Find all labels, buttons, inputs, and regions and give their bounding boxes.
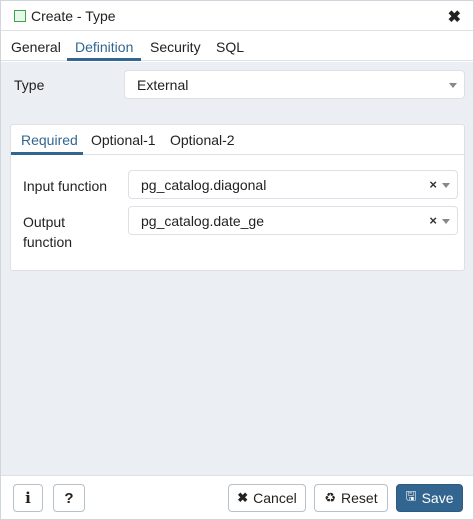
info-icon: i (25, 489, 31, 507)
main-tabs: General Definition Security SQL (1, 31, 473, 61)
tab-sql[interactable]: SQL (216, 39, 244, 55)
chevron-down-icon (449, 83, 457, 88)
title-bar: Create - Type ✖ (1, 1, 473, 31)
input-function-value: pg_catalog.diagonal (141, 177, 267, 193)
info-button[interactable]: i (13, 484, 43, 512)
tab-security[interactable]: Security (150, 39, 201, 55)
output-function-value: pg_catalog.date_ge (141, 213, 264, 229)
output-function-label-line1: Output (23, 214, 66, 230)
help-button[interactable]: ? (53, 484, 85, 512)
subtab-required[interactable]: Required (21, 132, 78, 148)
close-icon: ✖ (237, 490, 249, 505)
active-subtab-indicator (11, 152, 83, 155)
close-icon[interactable]: ✖ (448, 7, 461, 27)
recycle-icon: ♻ (324, 490, 337, 505)
type-label: Type (14, 77, 45, 93)
dialog-footer: i ? ✖ Cancel ♻ Reset 🖫 Save (1, 475, 473, 519)
reset-label: Reset (341, 490, 378, 506)
clear-icon[interactable]: × (429, 213, 437, 228)
dialog-title: Create - Type (31, 8, 116, 24)
definition-panel: Type External Required Optional-1 Option… (1, 62, 473, 475)
tab-general[interactable]: General (11, 39, 61, 55)
reset-button[interactable]: ♻ Reset (314, 484, 388, 512)
sub-tabs: Required Optional-1 Optional-2 (11, 125, 464, 155)
create-type-dialog: Create - Type ✖ General Definition Secur… (0, 0, 474, 520)
input-function-select[interactable]: pg_catalog.diagonal × (128, 170, 458, 199)
cancel-label: Cancel (253, 490, 297, 506)
function-panel: Required Optional-1 Optional-2 Input fun… (10, 124, 465, 271)
output-function-select[interactable]: pg_catalog.date_ge × (128, 206, 458, 235)
save-icon: 🖫 (405, 488, 417, 503)
type-select[interactable]: External (124, 70, 465, 99)
active-tab-indicator (67, 58, 141, 61)
type-icon (14, 10, 26, 22)
type-select-value: External (137, 77, 189, 93)
input-function-label: Input function (23, 178, 108, 194)
save-button[interactable]: 🖫 Save (396, 484, 463, 512)
save-label: Save (421, 490, 454, 506)
subtab-optional-2[interactable]: Optional-2 (170, 132, 235, 148)
cancel-button[interactable]: ✖ Cancel (228, 484, 306, 512)
chevron-down-icon (442, 219, 450, 224)
help-icon: ? (64, 489, 74, 507)
chevron-down-icon (442, 183, 450, 188)
output-function-label-line2: function (23, 234, 73, 250)
subtab-optional-1[interactable]: Optional-1 (91, 132, 156, 148)
clear-icon[interactable]: × (429, 177, 437, 192)
tab-definition[interactable]: Definition (75, 39, 133, 55)
